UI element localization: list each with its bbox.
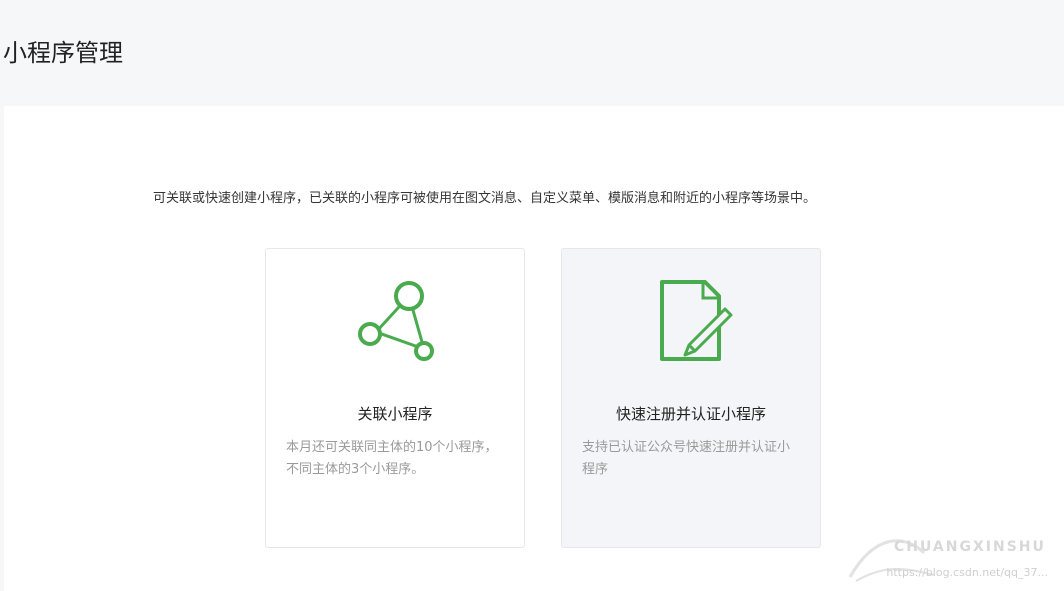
document-pen-icon [660, 280, 733, 361]
link-card-title: 关联小程序 [357, 405, 433, 423]
register-miniprogram-card[interactable]: 快速注册并认证小程序 支持已认证公众号快速注册并认证小程序 [561, 248, 821, 548]
intro-text: 可关联或快速创建小程序，已关联的小程序可被使用在图文消息、自定义菜单、模版消息和… [153, 191, 817, 206]
page-header: 小程序管理 [0, 0, 1064, 106]
link-miniprogram-card[interactable]: 关联小程序 本月还可关联同主体的10个小程序，不同主体的3个小程序。 [265, 248, 525, 548]
page-title: 小程序管理 [3, 39, 123, 67]
main-panel: 可关联或快速创建小程序，已关联的小程序可被使用在图文消息、自定义菜单、模版消息和… [4, 106, 1064, 591]
register-card-description: 支持已认证公众号快速注册并认证小程序 [582, 440, 791, 477]
register-card-title: 快速注册并认证小程序 [615, 405, 766, 423]
link-card-description: 本月还可关联同主体的10个小程序，不同主体的3个小程序。 [286, 440, 498, 477]
link-nodes-icon [358, 281, 434, 361]
watermark-brand: CHUANGXINSHU [894, 539, 1046, 555]
watermark-url: https://blog.csdn.net/qq_37... [886, 566, 1048, 579]
